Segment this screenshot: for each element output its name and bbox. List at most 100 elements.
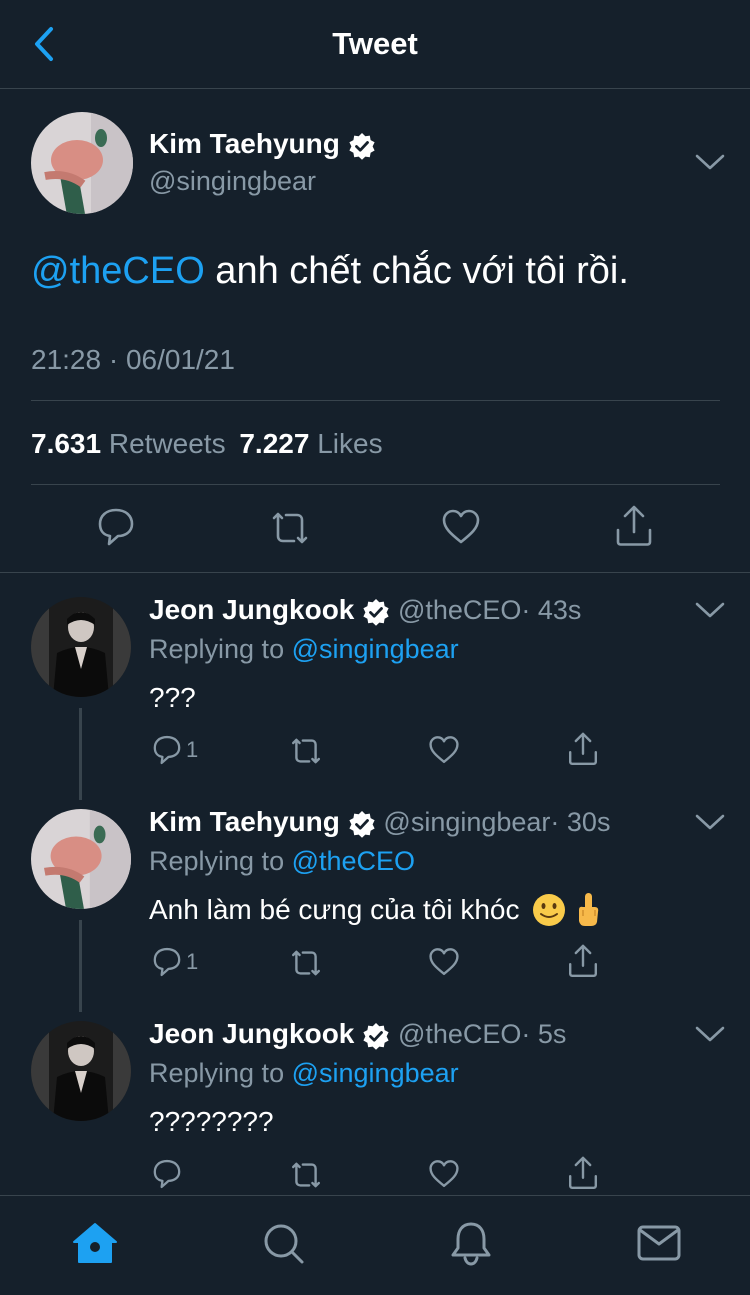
reply-button[interactable]: 1	[150, 734, 198, 766]
author-name[interactable]: Kim Taehyung	[149, 806, 340, 837]
reply-header: Jeon Jungkook @theCEO· 43s	[149, 594, 581, 626]
reply-time: · 5s	[521, 1019, 567, 1049]
retweet-button[interactable]	[288, 947, 324, 984]
share-button[interactable]	[567, 731, 599, 772]
likes-count: 7.227	[239, 428, 310, 459]
reply-button[interactable]	[96, 506, 136, 553]
tab-home[interactable]	[72, 1222, 118, 1269]
author-handle[interactable]: @singingbear	[383, 807, 550, 837]
replying-to-link[interactable]: @singingbear	[292, 634, 459, 664]
chevron-down-icon	[695, 1026, 725, 1042]
retweet-button[interactable]	[268, 508, 312, 553]
reply-header: Jeon Jungkook @theCEO· 5s	[149, 1018, 566, 1050]
reply-button[interactable]: 1	[150, 946, 198, 978]
tweet-body: anh chết chắc với tôi rồi.	[204, 250, 629, 292]
search-icon	[264, 1224, 304, 1264]
retweet-icon	[292, 950, 320, 976]
top-bar: Tweet	[0, 0, 750, 89]
tweet-menu-button[interactable]	[694, 600, 726, 625]
tweet-menu-button[interactable]	[694, 1024, 726, 1049]
reply-body: Anh làm bé cưng của tôi khóc	[149, 894, 528, 925]
tweet-menu-button[interactable]	[694, 812, 726, 837]
reply-button[interactable]	[150, 1158, 186, 1190]
author-handle[interactable]: @theCEO	[398, 595, 521, 625]
avatar-image	[31, 809, 131, 909]
avatar-image	[31, 112, 133, 214]
heart-icon	[442, 509, 480, 544]
reply-count: 1	[186, 949, 199, 974]
verified-badge-icon	[349, 810, 375, 838]
share-button[interactable]	[567, 1155, 599, 1196]
replying-label: Replying to	[149, 634, 285, 664]
replying-to-link[interactable]: @singingbear	[292, 1058, 459, 1088]
page-title: Tweet	[332, 26, 418, 61]
retweet-button[interactable]	[288, 1159, 324, 1196]
author-name-text: Kim Taehyung	[149, 128, 340, 159]
divider	[0, 572, 750, 573]
reply-time: · 30s	[550, 807, 611, 837]
avatar-kim-taehyung[interactable]	[31, 809, 131, 909]
reply-icon	[98, 508, 134, 546]
retweet-button[interactable]	[288, 735, 324, 772]
home-icon	[73, 1223, 117, 1263]
avatar-jeon-jungkook[interactable]	[31, 1021, 131, 1121]
replying-to: Replying to @singingbear	[149, 1058, 459, 1089]
likes-stat[interactable]: 7.227 Likes	[239, 428, 382, 459]
reply-icon	[153, 735, 181, 765]
author-handle[interactable]: @singingbear	[149, 166, 316, 197]
share-icon	[569, 944, 597, 977]
avatar-jeon-jungkook[interactable]	[31, 597, 131, 697]
reply-text: Anh làm bé cưng của tôi khóc	[149, 892, 601, 928]
thread-line	[79, 708, 82, 800]
avatar-image	[31, 1021, 131, 1121]
author-name[interactable]: Jeon Jungkook	[149, 1018, 354, 1049]
likes-label: Likes	[317, 428, 383, 459]
reply-header: Kim Taehyung @singingbear· 30s	[149, 806, 610, 838]
like-button[interactable]	[428, 947, 460, 982]
divider	[31, 484, 720, 485]
chevron-down-icon	[695, 814, 725, 830]
reply-count: 1	[186, 737, 199, 762]
retweets-count: 7.631	[31, 428, 102, 459]
verified-badge-icon	[363, 598, 389, 626]
replying-to: Replying to @singingbear	[149, 634, 459, 665]
tab-notifications[interactable]	[450, 1220, 492, 1271]
bottom-tab-bar	[0, 1195, 750, 1295]
tweet-text: @theCEO anh chết chắc với tôi rồi.	[31, 250, 629, 293]
avatar-image	[31, 597, 131, 697]
share-button[interactable]	[614, 504, 654, 553]
bell-icon	[451, 1222, 491, 1266]
replying-to-link[interactable]: @theCEO	[292, 846, 415, 876]
replying-label: Replying to	[149, 846, 285, 876]
tab-search[interactable]	[262, 1222, 306, 1271]
author-handle[interactable]: @theCEO	[398, 1019, 521, 1049]
retweet-icon	[292, 1162, 320, 1188]
heart-icon	[429, 948, 459, 976]
like-button[interactable]	[428, 735, 460, 770]
retweets-stat[interactable]: 7.631 Retweets	[31, 428, 226, 459]
tweet-timestamp: 21:28 · 06/01/21	[31, 344, 235, 375]
retweet-icon	[272, 512, 308, 544]
verified-badge-icon	[363, 1022, 389, 1050]
like-button[interactable]	[428, 1159, 460, 1194]
share-icon	[569, 732, 597, 765]
like-button[interactable]	[441, 508, 481, 551]
avatar-kim-taehyung[interactable]	[31, 112, 133, 214]
author-name[interactable]: Kim Taehyung	[149, 128, 376, 160]
thread-line	[79, 920, 82, 1012]
chevron-down-icon	[695, 602, 725, 618]
share-button[interactable]	[567, 943, 599, 984]
heart-icon	[429, 1160, 459, 1188]
share-icon	[616, 505, 652, 546]
reply-time: · 43s	[521, 595, 582, 625]
reply-icon	[153, 947, 181, 977]
author-name[interactable]: Jeon Jungkook	[149, 594, 354, 625]
mention-link[interactable]: @theCEO	[31, 250, 205, 292]
tab-messages[interactable]	[637, 1225, 681, 1266]
mail-icon	[637, 1225, 681, 1261]
verified-badge-icon	[349, 132, 375, 160]
reply-icon	[153, 1159, 181, 1189]
slight-smile-emoji-icon	[533, 894, 566, 926]
tweet-menu-button[interactable]	[694, 152, 726, 177]
reply-text: ????????	[149, 1106, 274, 1137]
